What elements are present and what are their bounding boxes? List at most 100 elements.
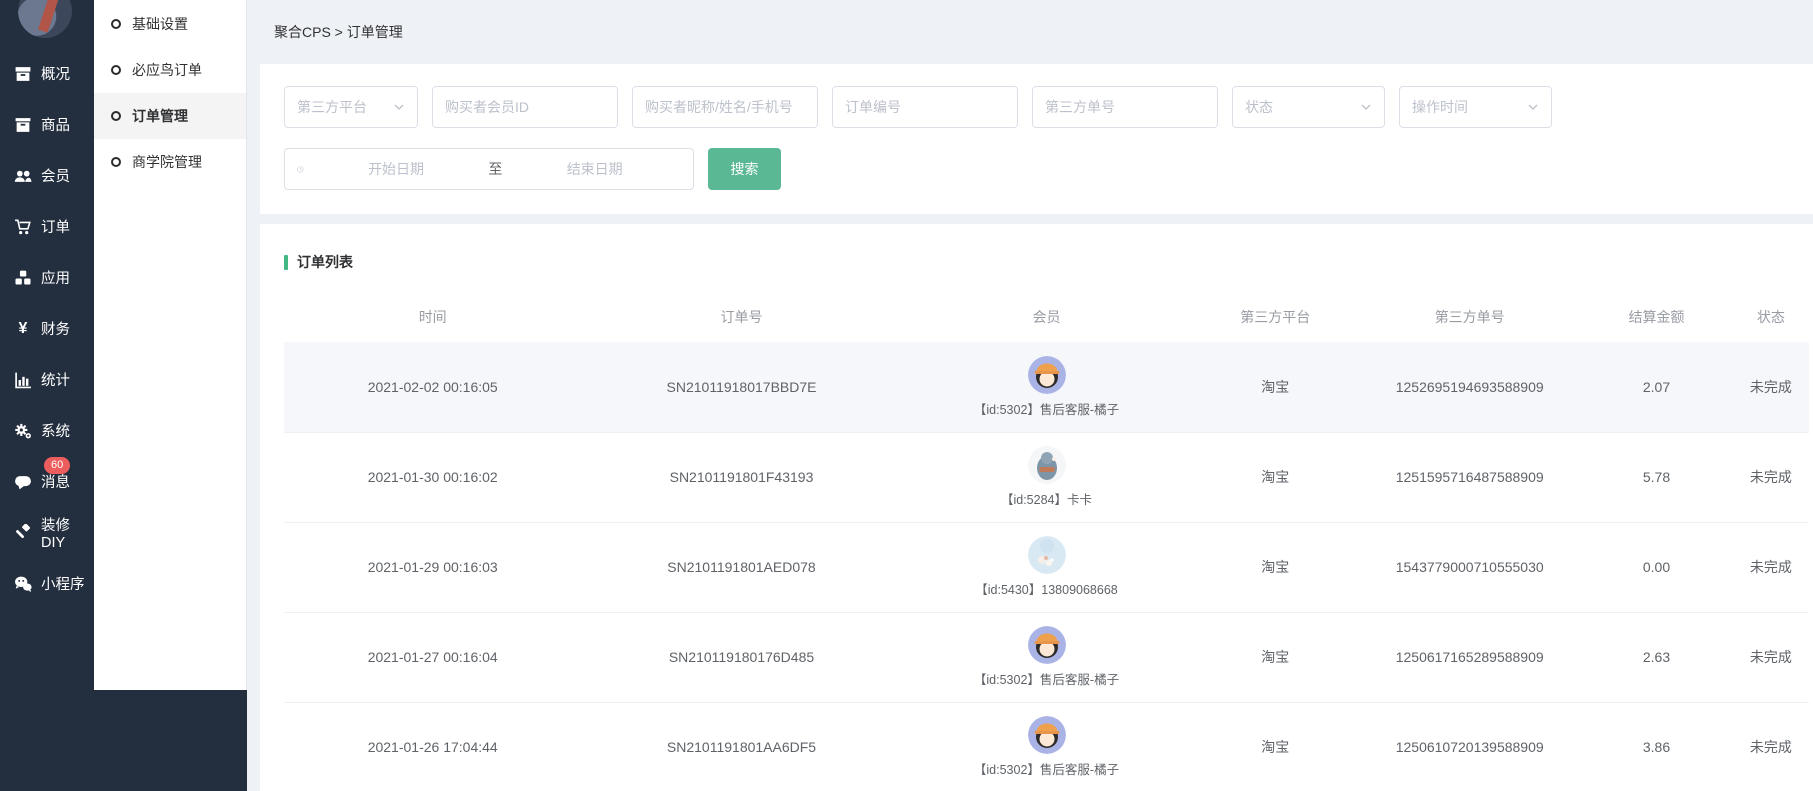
order-list-panel: 订单列表 时间 订单号 会员 第三方平台 第三方单号 结算金额 状态 2021-… <box>260 224 1813 791</box>
decorate-icon <box>14 524 32 542</box>
cell-amount: 0.00 <box>1580 522 1733 612</box>
filter-row-2: 至 搜索 <box>284 148 1793 190</box>
table-row[interactable]: 2021-01-26 17:04:44 SN2101191801AA6DF5 【… <box>284 702 1809 791</box>
operation-time-select[interactable]: 操作时间 <box>1399 86 1552 128</box>
end-date-input[interactable] <box>508 161 681 177</box>
radio-circle-icon <box>111 19 121 29</box>
start-date-input[interactable] <box>310 161 483 177</box>
main-content: 聚合CPS > 订单管理 第三方平台 状态 <box>247 0 1813 791</box>
third-party-no-input[interactable] <box>1045 99 1205 115</box>
sidebar-item-messages[interactable]: 消息 60 <box>0 456 94 507</box>
sidebar-item-label: 系统 <box>41 420 70 441</box>
submenu-item-label: 商学院管理 <box>132 152 202 172</box>
cell-status: 未完成 <box>1733 432 1809 522</box>
platform-select[interactable]: 第三方平台 <box>284 86 418 128</box>
member-name: 【id:5430】13809068668 <box>975 579 1117 598</box>
status-select[interactable]: 状态 <box>1232 86 1385 128</box>
sidebar-item-label: 小程序 <box>41 573 85 594</box>
sub-sidebar: 基础设置 必应鸟订单 订单管理 商学院管理 <box>94 0 247 791</box>
buyer-name-field-wrap <box>632 86 818 128</box>
breadcrumb: 聚合CPS > 订单管理 <box>247 0 1813 64</box>
date-range-picker[interactable]: 至 <box>284 148 694 190</box>
sidebar-item-label: 订单 <box>41 216 70 237</box>
miniprogram-icon <box>14 575 32 593</box>
sidebar-item-finance[interactable]: ¥ 财务 <box>0 303 94 354</box>
submenu-item-basic-settings[interactable]: 基础设置 <box>94 1 246 47</box>
table-row[interactable]: 2021-01-27 00:16:04 SN210119180176D485 【… <box>284 612 1809 702</box>
header-platform: 第三方平台 <box>1191 292 1359 342</box>
overview-icon <box>14 65 32 83</box>
cell-order-no: SN21011918017BBD7E <box>581 342 901 432</box>
cell-third-no: 1543779000710555030 <box>1359 522 1580 612</box>
cell-amount: 2.07 <box>1580 342 1733 432</box>
sidebar-item-members[interactable]: 会员 <box>0 150 94 201</box>
search-button[interactable]: 搜索 <box>708 148 781 190</box>
header-order-no: 订单号 <box>581 292 901 342</box>
cell-member: 【id:5302】售后客服-橘子 <box>902 342 1192 432</box>
cell-status: 未完成 <box>1733 342 1809 432</box>
cell-status: 未完成 <box>1733 612 1809 702</box>
user-avatar[interactable] <box>18 0 72 38</box>
member-avatar <box>1028 626 1066 664</box>
cell-amount: 3.86 <box>1580 702 1733 791</box>
platform-select-placeholder: 第三方平台 <box>297 97 367 117</box>
cell-platform: 淘宝 <box>1191 432 1359 522</box>
filter-panel: 第三方平台 状态 操作时间 <box>260 64 1813 214</box>
sidebar-item-miniprogram[interactable]: 小程序 <box>0 558 94 609</box>
sidebar-item-label: 应用 <box>41 267 70 288</box>
sidebar-item-label: 会员 <box>41 165 70 186</box>
sidebar-item-apps[interactable]: 应用 <box>0 252 94 303</box>
cell-status: 未完成 <box>1733 522 1809 612</box>
sidebar-item-overview[interactable]: 概况 <box>0 48 94 99</box>
cell-member: 【id:5430】13809068668 <box>902 522 1192 612</box>
cell-platform: 淘宝 <box>1191 702 1359 791</box>
sidebar-item-label: 商品 <box>41 114 70 135</box>
messages-badge: 60 <box>44 457 70 474</box>
member-info: 【id:5284】卡卡 <box>902 446 1192 508</box>
system-icon <box>14 422 32 440</box>
main-sidebar: 概况 商品 会员 订单 应用 ¥ 财务 统计 系统 消息 60 装修DI <box>0 0 94 791</box>
table-header-row: 时间 订单号 会员 第三方平台 第三方单号 结算金额 状态 <box>284 292 1809 342</box>
operation-time-select-placeholder: 操作时间 <box>1412 97 1468 117</box>
sidebar-item-orders[interactable]: 订单 <box>0 201 94 252</box>
filter-row-1: 第三方平台 状态 操作时间 <box>284 86 1793 128</box>
sidebar-item-stats[interactable]: 统计 <box>0 354 94 405</box>
table-row[interactable]: 2021-01-30 00:16:02 SN2101191801F43193 【… <box>284 432 1809 522</box>
header-third-no: 第三方单号 <box>1359 292 1580 342</box>
cell-status: 未完成 <box>1733 702 1809 791</box>
member-info: 【id:5302】售后客服-橘子 <box>902 716 1192 778</box>
cell-order-no: SN2101191801F43193 <box>581 432 901 522</box>
finance-icon: ¥ <box>14 320 32 338</box>
header-member: 会员 <box>902 292 1192 342</box>
chevron-down-icon <box>1527 101 1539 113</box>
member-name: 【id:5284】卡卡 <box>1001 489 1092 508</box>
buyer-id-input[interactable] <box>445 99 605 115</box>
date-range-separator: 至 <box>488 159 502 179</box>
sidebar-item-system[interactable]: 系统 <box>0 405 94 456</box>
member-info: 【id:5430】13809068668 <box>902 536 1192 598</box>
sidebar-item-label: 装修DIY <box>41 514 94 551</box>
member-name: 【id:5302】售后客服-橘子 <box>974 399 1119 418</box>
sidebar-item-goods[interactable]: 商品 <box>0 99 94 150</box>
submenu-item-business-school[interactable]: 商学院管理 <box>94 139 246 185</box>
submenu-item-label: 基础设置 <box>132 14 188 34</box>
order-no-input[interactable] <box>845 99 1005 115</box>
buyer-name-input[interactable] <box>645 99 805 115</box>
cell-time: 2021-01-29 00:16:03 <box>284 522 581 612</box>
buyer-id-field-wrap <box>432 86 618 128</box>
sidebar-item-label: 统计 <box>41 369 70 390</box>
orders-icon <box>14 218 32 236</box>
sidebar-item-decorate-diy[interactable]: 装修DIY <box>0 507 94 558</box>
cell-amount: 2.63 <box>1580 612 1733 702</box>
member-info: 【id:5302】售后客服-橘子 <box>902 356 1192 418</box>
apps-icon <box>14 269 32 287</box>
cell-order-no: SN2101191801AA6DF5 <box>581 702 901 791</box>
cell-time: 2021-01-30 00:16:02 <box>284 432 581 522</box>
submenu-item-bingbird-orders[interactable]: 必应鸟订单 <box>94 47 246 93</box>
table-row[interactable]: 2021-01-29 00:16:03 SN2101191801AED078 【… <box>284 522 1809 612</box>
orders-table: 时间 订单号 会员 第三方平台 第三方单号 结算金额 状态 2021-02-02… <box>284 292 1809 791</box>
table-row[interactable]: 2021-02-02 00:16:05 SN21011918017BBD7E 【… <box>284 342 1809 432</box>
cell-member: 【id:5284】卡卡 <box>902 432 1192 522</box>
submenu-item-order-management[interactable]: 订单管理 <box>94 93 246 139</box>
cell-platform: 淘宝 <box>1191 342 1359 432</box>
